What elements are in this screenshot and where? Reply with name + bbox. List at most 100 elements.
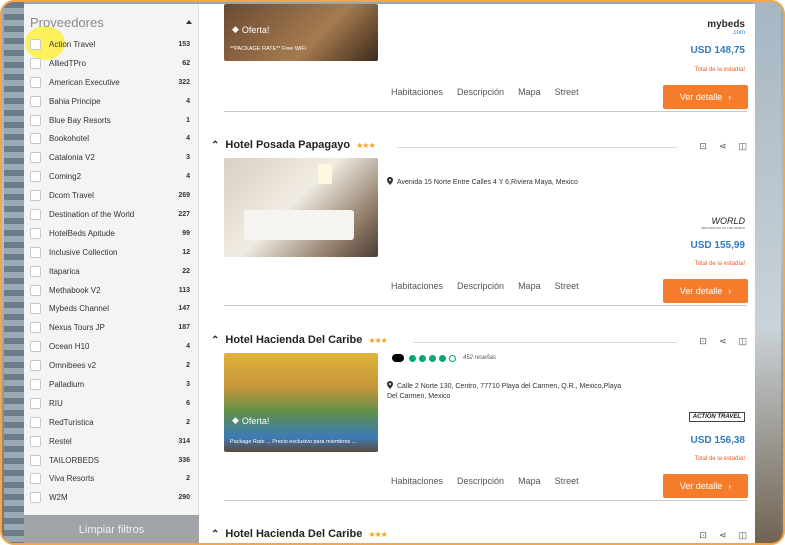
tab-description[interactable]: Descripción — [457, 281, 504, 291]
provider-checkbox[interactable] — [30, 378, 41, 390]
tab-map[interactable]: Mapa — [518, 476, 541, 486]
provider-checkbox[interactable] — [30, 246, 41, 258]
compare-icon[interactable]: ◫ — [738, 141, 747, 152]
tab-map[interactable]: Mapa — [518, 87, 541, 97]
provider-filter-item[interactable]: Bahia Principe 4 — [30, 92, 190, 111]
hotel-stars: ★★★ — [356, 140, 375, 150]
provider-filter-item[interactable]: HotelBeds Apitude 99 — [30, 224, 190, 243]
share-icon[interactable]: ⋖ — [719, 141, 727, 152]
provider-filter-item[interactable]: Itaparica 22 — [30, 262, 190, 281]
provider-checkbox[interactable] — [30, 38, 41, 50]
provider-filter-item[interactable]: RIU 6 — [30, 394, 190, 413]
hotel-actions: ⊡ ⋖ ◫ — [699, 336, 747, 347]
tab-street[interactable]: Street — [555, 281, 579, 291]
bookmark-icon[interactable]: ⊡ — [699, 141, 707, 152]
bookmark-icon[interactable]: ⊡ — [699, 530, 707, 541]
filter-header[interactable]: Proveedores — [30, 12, 192, 32]
provider-filter-item[interactable]: Restel 314 — [30, 432, 190, 451]
provider-filter-item[interactable]: Blue Bay Resorts 1 — [30, 111, 190, 130]
rating-dot — [429, 354, 436, 362]
hotel-photo[interactable] — [224, 158, 378, 257]
provider-label: HotelBeds Apitude — [49, 228, 115, 238]
offer-badge: ◆ Oferta! — [232, 415, 269, 426]
provider-checkbox[interactable] — [30, 397, 41, 409]
provider-checkbox[interactable] — [30, 114, 41, 126]
collapse-chevron-icon[interactable]: ⌃ — [211, 529, 219, 540]
review-count[interactable]: 452 reseñas — [463, 355, 496, 361]
provider-filter-item[interactable]: Action Travel 153 — [30, 35, 190, 54]
provider-filter-item[interactable]: Destination of the World 227 — [30, 205, 190, 224]
provider-filter-item[interactable]: Ocean H10 4 — [30, 337, 190, 356]
share-icon[interactable]: ⋖ — [719, 336, 727, 347]
provider-checkbox[interactable] — [30, 171, 41, 183]
provider-filter-item[interactable]: AlliedTPro 62 — [30, 54, 190, 73]
hotel-photo[interactable]: ◆ Oferta! Package Rate ... Precio exclus… — [224, 353, 378, 452]
hotel-photo[interactable]: ◆ Oferta! **PACKAGE RATE** Free WiFi — [224, 4, 378, 61]
tab-rooms[interactable]: Habitaciones — [391, 476, 443, 486]
provider-checkbox[interactable] — [30, 454, 41, 466]
provider-checkbox[interactable] — [30, 303, 41, 315]
provider-checkbox[interactable] — [30, 133, 41, 145]
share-icon[interactable]: ⋖ — [719, 530, 727, 541]
tab-rooms[interactable]: Habitaciones — [391, 87, 443, 97]
provider-filter-item[interactable]: RedTuristica 2 — [30, 413, 190, 432]
provider-checkbox[interactable] — [30, 95, 41, 107]
provider-filter-item[interactable]: Nexus Tours JP 187 — [30, 318, 190, 337]
tab-description[interactable]: Descripción — [457, 87, 504, 97]
provider-filter-item[interactable]: Methabook V2 113 — [30, 281, 190, 300]
provider-filter-item[interactable]: Bookohotel 4 — [30, 129, 190, 148]
provider-checkbox[interactable] — [30, 76, 41, 88]
tab-street[interactable]: Street — [555, 476, 579, 486]
provider-checkbox[interactable] — [30, 265, 41, 277]
provider-checkbox[interactable] — [30, 435, 41, 447]
provider-checkbox[interactable] — [30, 152, 41, 164]
compare-icon[interactable]: ◫ — [738, 530, 747, 541]
provider-filter-item[interactable]: Omnibees v2 2 — [30, 356, 190, 375]
tab-description[interactable]: Descripción — [457, 476, 504, 486]
hotel-tabs: Habitaciones Descripción Mapa Street — [391, 87, 579, 97]
collapse-caret-icon[interactable] — [186, 20, 192, 24]
tab-street[interactable]: Street — [555, 87, 579, 97]
view-detail-button[interactable]: Ver detalle › — [663, 279, 748, 303]
rating-dot-empty — [449, 354, 456, 362]
offer-badge: ◆ Oferta! — [232, 24, 269, 35]
provider-filter-item[interactable]: TAILORBEDS 336 — [30, 451, 190, 470]
provider-checkbox[interactable] — [30, 492, 41, 504]
provider-checkbox[interactable] — [30, 341, 41, 353]
rating-dot — [439, 354, 446, 362]
view-detail-button[interactable]: Ver detalle › — [663, 85, 748, 109]
hotel-name[interactable]: Hotel Posada Papagayo — [225, 139, 350, 151]
hotel-name[interactable]: Hotel Hacienda Del Caribe — [225, 334, 362, 346]
collapse-chevron-icon[interactable]: ⌃ — [211, 335, 219, 346]
provider-checkbox[interactable] — [30, 227, 41, 239]
provider-checkbox[interactable] — [30, 57, 41, 69]
provider-filter-item[interactable]: Catalonia V2 3 — [30, 148, 190, 167]
provider-checkbox[interactable] — [30, 190, 41, 202]
provider-filter-item[interactable]: W2M 290 — [30, 488, 190, 507]
provider-filter-item[interactable]: Dcom Travel 269 — [30, 186, 190, 205]
provider-checkbox[interactable] — [30, 284, 41, 296]
view-detail-button[interactable]: Ver detalle › — [663, 474, 748, 498]
tab-map[interactable]: Mapa — [518, 281, 541, 291]
provider-filter-item[interactable]: Inclusive Collection 12 — [30, 243, 190, 262]
tab-rooms[interactable]: Habitaciones — [391, 281, 443, 291]
provider-checkbox[interactable] — [30, 208, 41, 220]
collapse-chevron-icon[interactable]: ⌃ — [211, 140, 219, 151]
provider-filter-item[interactable]: Coming2 4 — [30, 167, 190, 186]
provider-count: 147 — [178, 305, 190, 313]
provider-filter-item[interactable]: American Executive 322 — [30, 73, 190, 92]
provider-checkbox[interactable] — [30, 322, 41, 334]
lamp-shape — [318, 164, 332, 184]
provider-checkbox[interactable] — [30, 473, 41, 485]
hotel-name[interactable]: Hotel Hacienda Del Caribe — [225, 528, 362, 540]
bookmark-icon[interactable]: ⊡ — [699, 336, 707, 347]
provider-filter-item[interactable]: Palladium 3 — [30, 375, 190, 394]
provider-checkbox[interactable] — [30, 360, 41, 372]
provider-checkbox[interactable] — [30, 416, 41, 428]
view-detail-label: Ver detalle — [679, 481, 723, 491]
provider-filter-item[interactable]: Mybeds Channel 147 — [30, 299, 190, 318]
compare-icon[interactable]: ◫ — [738, 336, 747, 347]
clear-filters-button[interactable]: Limpiar filtros — [24, 515, 199, 543]
tripadvisor-rating[interactable]: 452 reseñas — [392, 354, 496, 362]
provider-filter-item[interactable]: Viva Resorts 2 — [30, 469, 190, 488]
